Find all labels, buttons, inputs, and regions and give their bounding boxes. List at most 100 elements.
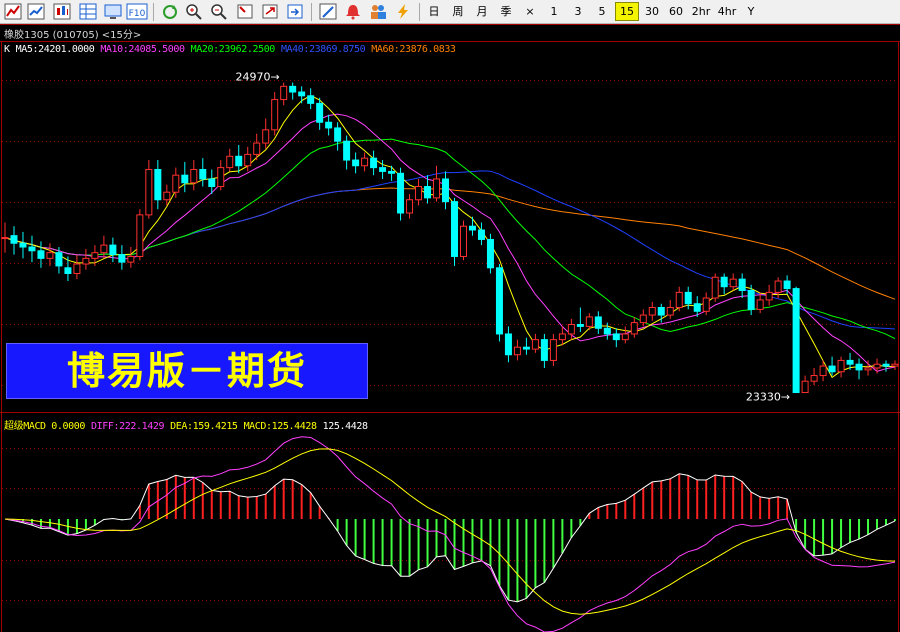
candle (738, 273, 746, 299)
candle (415, 178, 423, 206)
candle (882, 360, 890, 372)
candle (19, 231, 27, 259)
candle-body (891, 363, 899, 367)
candle (549, 333, 557, 367)
candle-body (289, 85, 297, 93)
macd-legend: 超级MACD 0.0000 DIFF:222.1429 DEA:159.4215 MA… (4, 417, 374, 432)
legend-dea: DEA:159.4215 (170, 421, 238, 432)
legend-ma40: MA40:23869.8750 (280, 44, 366, 55)
legend-ma60: MA60:23876.0833 (371, 44, 456, 55)
legend-macd-extra: 125.4428 (322, 421, 368, 432)
candle (226, 148, 234, 172)
candle-body (459, 225, 467, 257)
candle-body (298, 91, 306, 97)
candle-body (531, 339, 539, 350)
candle-body (352, 159, 360, 167)
legend-macd: MACD:125.4428 (243, 421, 317, 432)
candle (873, 358, 881, 374)
candle-body (190, 169, 198, 184)
candle (352, 152, 360, 174)
candle-body (594, 316, 602, 329)
candle-body (540, 339, 548, 361)
candle-body (603, 327, 611, 335)
candle-body (450, 201, 458, 257)
low-annotation: 23330→ (746, 391, 790, 404)
candle-body (307, 95, 315, 104)
candle-body (181, 174, 189, 184)
candle-body (765, 291, 773, 301)
candle (370, 150, 378, 176)
candle (720, 273, 728, 295)
candle-body (612, 333, 620, 341)
candle (271, 92, 279, 136)
candle-body (486, 238, 494, 269)
candle-body (388, 170, 396, 174)
candle (199, 158, 207, 187)
candle (477, 222, 485, 246)
candle (235, 144, 243, 174)
candle-body (442, 178, 450, 203)
candle-body (837, 359, 845, 373)
candle-body (882, 363, 890, 367)
candle (262, 118, 270, 149)
candle (837, 356, 845, 378)
candle-body (549, 339, 557, 361)
candle-body (334, 127, 342, 142)
candle-body (702, 297, 710, 312)
candle (522, 337, 530, 355)
candle-body (424, 186, 432, 199)
candle-body (684, 291, 692, 305)
candle-body (648, 306, 656, 316)
candle (864, 360, 872, 376)
legend-ma10: MA10:24085.5000 (100, 44, 185, 55)
dea-line (4, 448, 896, 615)
candle (442, 171, 450, 210)
candle (127, 247, 135, 268)
candle-body (118, 254, 126, 263)
candle (675, 286, 683, 312)
candle-body (621, 333, 629, 341)
candle (765, 284, 773, 306)
candle-body (28, 246, 36, 252)
candle-body (406, 199, 414, 214)
candle-body (136, 214, 144, 257)
candle (64, 256, 72, 282)
candle (298, 86, 306, 104)
candle-body (244, 153, 252, 167)
candle-body (73, 263, 81, 274)
candle (450, 197, 458, 266)
candle (109, 237, 117, 263)
candle (810, 367, 818, 385)
candle-body (738, 278, 746, 291)
candle-body (756, 299, 764, 310)
candle-body (55, 252, 63, 267)
candle-body (774, 280, 782, 293)
candle-body (91, 252, 99, 259)
candle-body (37, 250, 45, 259)
candle (100, 235, 108, 259)
candle (136, 209, 144, 261)
candle-body (801, 380, 809, 394)
chart-canvas[interactable]: 24970→ 23330→ (0, 0, 900, 632)
candle-body (747, 289, 755, 310)
high-annotation: 24970→ (235, 71, 279, 84)
candle-body (82, 257, 90, 265)
candle-body (783, 280, 791, 290)
candle-body (468, 225, 476, 231)
candle (388, 165, 396, 181)
candle (343, 135, 351, 170)
candle-body (46, 252, 54, 259)
legend-ma5: MA5:24201.0000 (15, 44, 95, 55)
candle-body (10, 235, 18, 244)
candle-body (513, 346, 521, 356)
candle (819, 360, 827, 382)
candle-body (271, 99, 279, 131)
legend-ma20: MA20:23962.2500 (190, 44, 276, 55)
candle-body (154, 169, 162, 201)
candle (711, 273, 719, 302)
candle-body (846, 359, 854, 365)
promo-banner: 博易版－期货 (6, 343, 368, 399)
candle-body (199, 169, 207, 180)
candle (1, 222, 9, 253)
candle (154, 160, 162, 210)
